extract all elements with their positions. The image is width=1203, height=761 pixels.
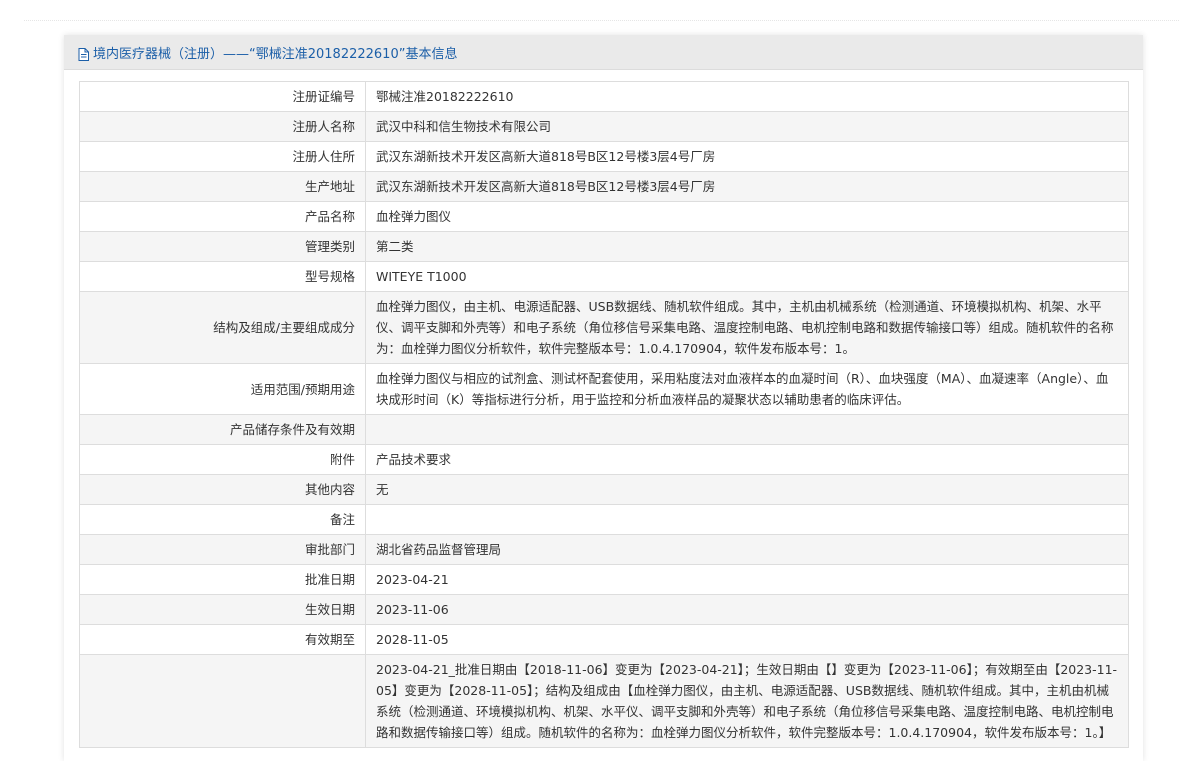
document-icon [78, 46, 89, 61]
row-value: 第二类 [365, 231, 1129, 262]
row-label: 注册人住所 [79, 141, 366, 172]
row-label: 备注 [79, 504, 366, 535]
row-label [79, 654, 366, 748]
row-label: 有效期至 [79, 624, 366, 655]
row-label: 适用范围/预期用途 [79, 363, 366, 415]
row-label: 其他内容 [79, 474, 366, 505]
row-value: 2023-04-21_批准日期由【2018-11-06】变更为【2023-04-… [365, 654, 1129, 748]
row-label: 生效日期 [79, 594, 366, 625]
top-divider [24, 20, 1179, 21]
table-row: 生产地址 武汉东湖新技术开发区高新大道818号B区12号楼3层4号厂房 [79, 171, 1129, 202]
table-row: 注册人名称 武汉中科和信生物技术有限公司 [79, 111, 1129, 142]
table-row: 附件 产品技术要求 [79, 444, 1129, 475]
row-value: 2028-11-05 [365, 624, 1129, 655]
panel-header: 境内医疗器械（注册）——“鄂械注准20182222610”基本信息 [64, 35, 1143, 70]
table-row: 适用范围/预期用途 血栓弹力图仪与相应的试剂盒、测试杯配套使用，采用粘度法对血液样… [79, 363, 1129, 415]
table-row: 2023-04-21_批准日期由【2018-11-06】变更为【2023-04-… [79, 654, 1129, 748]
table-row: 注册人住所 武汉东湖新技术开发区高新大道818号B区12号楼3层4号厂房 [79, 141, 1129, 172]
row-value: 鄂械注准20182222610 [365, 81, 1129, 112]
row-label: 附件 [79, 444, 366, 475]
row-value: 产品技术要求 [365, 444, 1129, 475]
table-row: 批准日期 2023-04-21 [79, 564, 1129, 595]
table-row: 生效日期 2023-11-06 [79, 594, 1129, 625]
page-title: 境内医疗器械（注册）——“鄂械注准20182222610”基本信息 [93, 46, 458, 62]
row-value [365, 414, 1129, 445]
row-value: 血栓弹力图仪与相应的试剂盒、测试杯配套使用，采用粘度法对血液样本的血凝时间（R）… [365, 363, 1129, 415]
row-label: 审批部门 [79, 534, 366, 565]
table-row: 其他内容无 [79, 474, 1129, 505]
row-value: 2023-04-21 [365, 564, 1129, 595]
row-value: 血栓弹力图仪 [365, 201, 1129, 232]
info-table-body: 注册证编号 鄂械注准20182222610 注册人名称 武汉中科和信生物技术有限公司注… [79, 81, 1129, 748]
row-value: 湖北省药品监督管理局 [365, 534, 1129, 565]
row-label: 产品储存条件及有效期 [79, 414, 366, 445]
table-row: 注册证编号 鄂械注准20182222610 [79, 81, 1129, 112]
row-label: 管理类别 [79, 231, 366, 262]
table-row: 结构及组成/主要组成成分 血栓弹力图仪，由主机、电源适配器、USB数据线、随机软件… [79, 291, 1129, 364]
info-panel: 境内医疗器械（注册）——“鄂械注准20182222610”基本信息 注册证编号鄂… [64, 35, 1143, 761]
table-row: 产品储存条件及有效期 [79, 414, 1129, 445]
row-label: 注册人名称 [79, 111, 366, 142]
row-value: 无 [365, 474, 1129, 505]
row-value [365, 504, 1129, 535]
row-label: 产品名称 [79, 201, 366, 232]
row-value: WITEYE T1000 [365, 261, 1129, 292]
row-label: 型号规格 [79, 261, 366, 292]
row-value: 武汉中科和信生物技术有限公司 [365, 111, 1129, 142]
row-value: 2023-11-06 [365, 594, 1129, 625]
info-table: 注册证编号 鄂械注准20182222610 注册人名称 武汉中科和信生物技术有限公司注… [79, 81, 1129, 748]
row-label: 生产地址 [79, 171, 366, 202]
row-label: 结构及组成/主要组成成分 [79, 291, 366, 364]
row-label: 注册证编号 [79, 81, 366, 112]
table-row: 审批部门 湖北省药品监督管理局 [79, 534, 1129, 565]
table-row: 有效期至 2028-11-05 [79, 624, 1129, 655]
table-row: 型号规格 WITEYE T1000 [79, 261, 1129, 292]
table-row: 产品名称 血栓弹力图仪 [79, 201, 1129, 232]
row-label: 批准日期 [79, 564, 366, 595]
row-value: 武汉东湖新技术开发区高新大道818号B区12号楼3层4号厂房 [365, 171, 1129, 202]
row-value: 血栓弹力图仪，由主机、电源适配器、USB数据线、随机软件组成。其中，主机由机械系… [365, 291, 1129, 364]
table-row: 管理类别 第二类 [79, 231, 1129, 262]
row-value: 武汉东湖新技术开发区高新大道818号B区12号楼3层4号厂房 [365, 141, 1129, 172]
table-row: 备注 [79, 504, 1129, 535]
